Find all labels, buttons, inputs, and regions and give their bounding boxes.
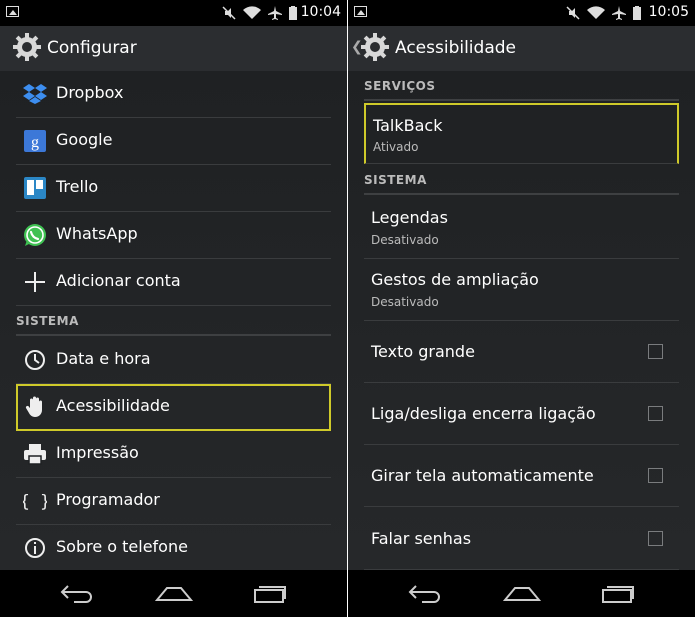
- gallery-notification-icon: [354, 6, 367, 17]
- captions-item[interactable]: Legendas Desativado: [364, 196, 679, 259]
- status-bar: 10:05: [348, 0, 695, 26]
- section-header-servicos: SERVIÇOS: [364, 79, 679, 101]
- airplane-icon: [612, 5, 626, 24]
- dropbox-icon: [23, 82, 47, 106]
- settings-list: Dropbox g Google Trello WhatsApp Adicion…: [0, 71, 347, 570]
- auto-rotate-label: Girar tela automaticamente: [371, 466, 594, 485]
- large-text-item[interactable]: Texto grande: [364, 321, 679, 383]
- braces-icon: { }: [20, 489, 51, 513]
- clock-icon: [23, 348, 47, 372]
- printer-icon: [23, 442, 47, 466]
- section-header-sistema: SISTEMA: [16, 314, 331, 336]
- accessibility-screen: 10:05 ❮ Acessibilidade SERVIÇOS TalkBack…: [348, 0, 695, 617]
- system-item-about-phone[interactable]: Sobre o telefone: [16, 525, 331, 571]
- wifi-icon: [587, 5, 605, 24]
- clock: 10:04: [300, 4, 341, 20]
- settings-gear-icon[interactable]: [12, 32, 42, 66]
- add-account-label: Adicionar conta: [56, 271, 181, 290]
- account-label: Trello: [56, 177, 99, 196]
- account-label: Dropbox: [56, 83, 124, 102]
- status-bar: 10:04: [0, 0, 347, 26]
- system-item-label: Impressão: [56, 443, 139, 462]
- system-item-developer[interactable]: { } Programador: [16, 478, 331, 525]
- talkback-status: Ativado: [373, 140, 419, 154]
- talkback-label: TalkBack: [373, 116, 443, 135]
- recent-apps-icon[interactable]: [253, 582, 287, 608]
- magnification-gestures-item[interactable]: Gestos de ampliação Desativado: [364, 259, 679, 321]
- battery-icon: [633, 5, 641, 24]
- captions-label: Legendas: [371, 208, 448, 227]
- svg-text:g: g: [31, 134, 39, 151]
- large-text-checkbox[interactable]: [648, 344, 663, 359]
- clock: 10:05: [648, 4, 689, 20]
- account-item-whatsapp[interactable]: WhatsApp: [16, 212, 331, 259]
- talkback-item[interactable]: TalkBack Ativado: [364, 103, 679, 164]
- auto-rotate-item[interactable]: Girar tela automaticamente: [364, 445, 679, 507]
- system-item-label: Programador: [56, 490, 160, 509]
- system-item-label: Data e hora: [56, 349, 151, 368]
- mute-icon: [566, 5, 580, 24]
- magnification-status: Desativado: [371, 295, 439, 309]
- account-item-trello[interactable]: Trello: [16, 165, 331, 212]
- system-item-label: Acessibilidade: [56, 396, 170, 415]
- battery-icon: [289, 5, 297, 24]
- page-title: Configurar: [47, 38, 137, 58]
- back-icon[interactable]: [408, 582, 442, 608]
- speak-passwords-label: Falar senhas: [371, 529, 472, 548]
- speak-passwords-item[interactable]: Falar senhas: [364, 507, 679, 570]
- large-text-label: Texto grande: [371, 342, 475, 361]
- action-bar: ❮ Acessibilidade: [348, 26, 695, 71]
- back-icon[interactable]: [60, 582, 94, 608]
- system-item-label: Sobre o telefone: [56, 537, 188, 556]
- power-ends-call-checkbox[interactable]: [648, 406, 663, 421]
- settings-gear-icon[interactable]: [360, 32, 390, 66]
- wifi-icon: [243, 5, 261, 24]
- account-item-dropbox[interactable]: Dropbox: [16, 71, 331, 118]
- accessibility-list: SERVIÇOS TalkBack Ativado SISTEMA Legend…: [348, 71, 695, 570]
- page-title: Acessibilidade: [395, 38, 516, 58]
- account-label: WhatsApp: [56, 224, 138, 243]
- settings-screen: 10:04 Configurar Dropbox g Google Trello: [0, 0, 347, 617]
- magnification-label: Gestos de ampliação: [371, 270, 539, 289]
- whatsapp-icon: [23, 223, 47, 247]
- trello-icon: [23, 176, 47, 200]
- account-label: Google: [56, 130, 113, 149]
- home-icon[interactable]: [502, 582, 542, 608]
- svg-text:{ }: { }: [23, 492, 47, 512]
- hand-icon: [23, 395, 47, 419]
- mute-icon: [222, 5, 236, 24]
- system-item-date-time[interactable]: Data e hora: [16, 337, 331, 384]
- google-icon: g: [23, 129, 47, 153]
- auto-rotate-checkbox[interactable]: [648, 468, 663, 483]
- gallery-notification-icon: [6, 6, 19, 17]
- captions-status: Desativado: [371, 233, 439, 247]
- add-account-button[interactable]: Adicionar conta: [16, 259, 331, 306]
- system-item-accessibility[interactable]: Acessibilidade: [16, 384, 331, 431]
- recent-apps-icon[interactable]: [601, 582, 635, 608]
- info-icon: [23, 536, 47, 560]
- speak-passwords-checkbox[interactable]: [648, 531, 663, 546]
- power-ends-call-item[interactable]: Liga/desliga encerra ligação: [364, 383, 679, 445]
- plus-icon: [23, 270, 47, 294]
- airplane-icon: [268, 5, 282, 24]
- home-icon[interactable]: [154, 582, 194, 608]
- navigation-bar: [0, 570, 347, 617]
- power-ends-call-label: Liga/desliga encerra ligação: [371, 404, 596, 423]
- account-item-google[interactable]: g Google: [16, 118, 331, 165]
- navigation-bar: [348, 570, 695, 617]
- action-bar: Configurar: [0, 26, 347, 71]
- system-item-printing[interactable]: Impressão: [16, 431, 331, 478]
- section-header-sistema: SISTEMA: [364, 173, 679, 195]
